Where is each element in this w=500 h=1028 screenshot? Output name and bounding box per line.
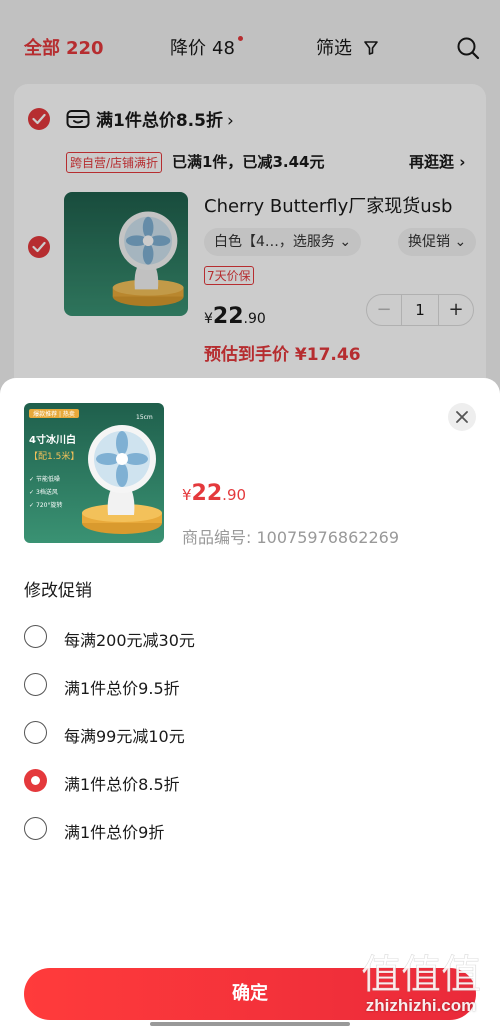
svg-text:✓: ✓ xyxy=(29,476,34,483)
radio-button[interactable] xyxy=(24,817,47,840)
close-icon xyxy=(456,411,468,423)
image-measure-label: 15cm xyxy=(136,414,153,421)
promotion-option-label: 满1件总价8.5折 xyxy=(64,775,180,794)
image-badge-text: 爆款推荐 | 热卖 xyxy=(33,410,75,418)
price-integer: 22 xyxy=(191,481,223,506)
watermark-glyphs: 值值值 xyxy=(361,952,482,996)
radio-button[interactable] xyxy=(24,721,47,744)
promotion-option-label: 每满99元减10元 xyxy=(64,727,185,746)
image-feature-3: 720°旋转 xyxy=(36,501,62,509)
svg-text:✓: ✓ xyxy=(29,489,34,496)
promotion-option-label: 每满200元减30元 xyxy=(64,631,195,650)
radio-button-selected[interactable] xyxy=(24,769,47,792)
promotion-option-4[interactable]: 满1件总价8.5折 xyxy=(24,761,476,801)
watermark-logo: 值值值 zhizhizhi.com xyxy=(356,946,486,1024)
home-indicator[interactable] xyxy=(150,1022,350,1026)
radio-button[interactable] xyxy=(24,673,47,696)
product-sku: 商品编号: 10075976862269 xyxy=(182,528,399,547)
image-size-label: 4寸冰川白 xyxy=(29,433,76,446)
currency-symbol: ¥ xyxy=(182,486,192,504)
section-title: 修改促销 xyxy=(24,581,92,601)
sheet-product-image: 爆款推荐 | 热卖 4寸冰川白 【配1.5米】 节能低噪 3档送风 720°旋转… xyxy=(24,403,164,543)
promotion-option-label: 满1件总价9.5折 xyxy=(64,679,180,698)
watermark-text: zhizhizhi.com xyxy=(365,996,477,1015)
promotion-option-label: 满1件总价9折 xyxy=(64,823,165,842)
svg-text:✓: ✓ xyxy=(29,502,34,509)
promotion-option-1[interactable]: 每满200元减30元 xyxy=(24,617,476,657)
radio-button[interactable] xyxy=(24,625,47,648)
image-feature-2: 3档送风 xyxy=(36,488,58,496)
promotion-bottom-sheet: 爆款推荐 | 热卖 4寸冰川白 【配1.5米】 节能低噪 3档送风 720°旋转… xyxy=(0,378,500,1028)
watermark-glyph-text: 值值值 xyxy=(361,952,481,996)
image-cable-label: 【配1.5米】 xyxy=(29,450,79,462)
image-feature-1: 节能低噪 xyxy=(36,475,60,483)
promotion-option-5[interactable]: 满1件总价9折 xyxy=(24,809,476,849)
promotion-option-2[interactable]: 满1件总价9.5折 xyxy=(24,665,476,705)
promotion-option-3[interactable]: 每满99元减10元 xyxy=(24,713,476,753)
close-button[interactable] xyxy=(448,403,476,431)
price-decimal: .90 xyxy=(222,486,247,504)
sheet-price: ¥22.90 xyxy=(182,481,246,506)
fan-product-image: 爆款推荐 | 热卖 4寸冰川白 【配1.5米】 节能低噪 3档送风 720°旋转… xyxy=(24,403,164,543)
